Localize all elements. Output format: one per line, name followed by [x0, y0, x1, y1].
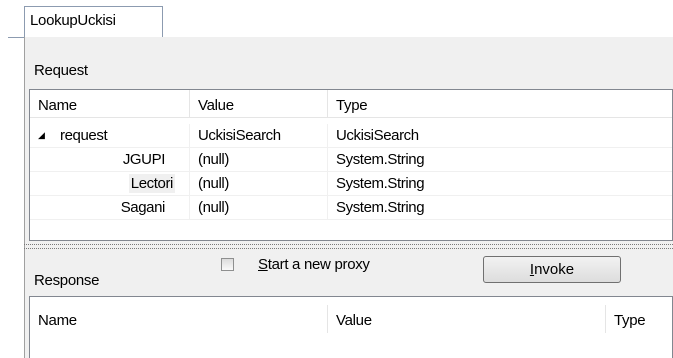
table-row-request-type[interactable]: UckisiSearch [328, 124, 672, 148]
invoke-button[interactable]: Invoke [483, 256, 621, 283]
table-row-jgupi-name[interactable]: JGUPI [30, 148, 190, 172]
row-name: Lectori [128, 174, 175, 193]
table-row-sagani-name[interactable]: Sagani [30, 196, 190, 220]
table-row-lectori-name[interactable]: Lectori [30, 172, 190, 196]
table-row-lectori-value[interactable]: (null) [190, 172, 328, 196]
table-row-request-value[interactable]: UckisiSearch [190, 124, 328, 148]
new-proxy-checkbox-label[interactable]: Start a new proxy [258, 256, 370, 273]
table-row-sagani-type[interactable]: System.String [328, 196, 672, 220]
table-row-jgupi-type[interactable]: System.String [328, 148, 672, 172]
table-row-request-name[interactable]: ◢ request [30, 124, 190, 148]
new-proxy-checkbox[interactable] [221, 258, 234, 271]
response-col-name-header[interactable]: Name [30, 305, 328, 333]
table-row-jgupi-value[interactable]: (null) [190, 148, 328, 172]
request-col-name-header[interactable]: Name [30, 90, 190, 118]
response-col-value-header[interactable]: Value [328, 305, 606, 333]
table-row-sagani-value[interactable]: (null) [190, 196, 328, 220]
request-col-value-header[interactable]: Value [190, 90, 328, 118]
panel-splitter[interactable] [24, 244, 673, 249]
tab-label: LookupUckisi [30, 12, 116, 29]
request-col-type-header[interactable]: Type [328, 90, 672, 118]
request-grid[interactable]: Name Value Type ◢ request UckisiSearch Uc… [29, 89, 673, 241]
request-group-label: Request [34, 62, 88, 79]
tab-lookupuckisi[interactable]: LookupUckisi [24, 6, 163, 37]
table-row-lectori-type[interactable]: System.String [328, 172, 672, 196]
collapse-triangle-icon[interactable]: ◢ [38, 130, 50, 141]
response-grid[interactable]: Name Value Type [29, 296, 673, 358]
response-group-label: Response [34, 272, 100, 289]
row-name: request [60, 127, 108, 144]
response-col-type-header[interactable]: Type [606, 305, 672, 333]
